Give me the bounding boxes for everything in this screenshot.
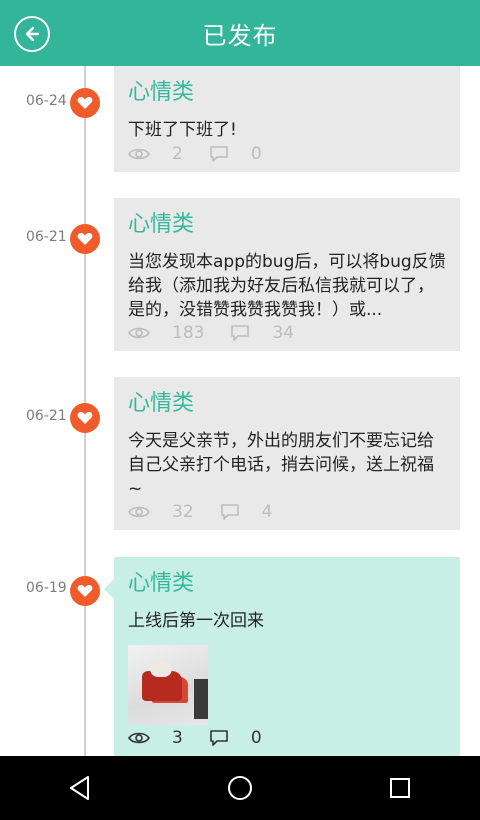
- comment-count: 34: [272, 323, 295, 343]
- triangle-back-icon: [70, 776, 89, 800]
- heart-icon: [70, 576, 100, 606]
- post-content: 上线后第一次回来: [128, 611, 264, 631]
- speech-bubble-icon: [209, 145, 229, 163]
- post-content: 今天是父亲节，外出的朋友们不要忘记给自己父亲打个电话，捎去问候，送上祝福~: [128, 431, 434, 499]
- post-stats: 183 34: [128, 321, 294, 345]
- heart-icon: [70, 224, 100, 254]
- heart-icon: [70, 403, 100, 433]
- entry-date: 06-21: [26, 229, 67, 245]
- square-recents-icon: [390, 778, 410, 798]
- header-bar: 已发布: [0, 0, 480, 66]
- back-arrow-icon: [25, 26, 40, 42]
- post-content: 下班了下班了!: [128, 120, 237, 140]
- nav-back-button[interactable]: [50, 763, 110, 813]
- entry-date: 06-21: [26, 408, 67, 424]
- entry-date: 06-24: [26, 93, 67, 109]
- view-count: 3: [172, 728, 183, 748]
- post-card[interactable]: 心情类 上线后第一次回来 3 0: [104, 557, 460, 756]
- post-category: 心情类: [128, 391, 195, 416]
- eye-icon: [128, 505, 150, 519]
- app-screen: 已发布 06-24 心情类 下班了下班了! 2 0 06-21 心情类 当您发现…: [0, 0, 480, 820]
- view-count: 2: [172, 144, 183, 164]
- page-title: 已发布: [202, 21, 278, 50]
- nav-recents-button[interactable]: [370, 763, 430, 813]
- post-card[interactable]: 心情类 下班了下班了! 2 0: [114, 66, 460, 172]
- view-count: 183: [172, 323, 205, 343]
- post-stats: 3 0: [128, 726, 262, 750]
- eye-icon: [128, 147, 150, 161]
- post-category: 心情类: [128, 571, 195, 596]
- eye-icon: [128, 326, 150, 340]
- comment-count: 0: [250, 144, 262, 164]
- speech-bubble-icon: [209, 729, 229, 747]
- circle-home-icon: [228, 776, 252, 800]
- post-content: 当您发现本app的bug后，可以将bug反馈给我（添加我为好友后私信我就可以了，…: [128, 252, 446, 320]
- speech-bubble-icon: [230, 324, 250, 342]
- comment-count: 4: [261, 502, 273, 522]
- entry-date: 06-19: [26, 580, 67, 596]
- system-nav-bar: [0, 756, 480, 820]
- post-stats: 2 0: [128, 142, 262, 166]
- post-stats: 32 4: [128, 500, 272, 524]
- post-card[interactable]: 心情类 当您发现本app的bug后，可以将bug反馈给我（添加我为好友后私信我就…: [114, 198, 460, 351]
- speech-bubble-icon: [220, 503, 240, 521]
- heart-icon: [70, 88, 100, 118]
- nav-home-button[interactable]: [210, 763, 270, 813]
- card-pointer: [104, 579, 114, 599]
- post-image-thumbnail[interactable]: [128, 645, 208, 725]
- post-category: 心情类: [128, 212, 195, 237]
- back-button[interactable]: [14, 16, 50, 52]
- post-card[interactable]: 心情类 今天是父亲节，外出的朋友们不要忘记给自己父亲打个电话，捎去问候，送上祝福…: [114, 377, 460, 530]
- view-count: 32: [172, 502, 194, 522]
- post-category: 心情类: [128, 80, 195, 105]
- comment-count: 0: [250, 728, 262, 748]
- eye-icon: [128, 731, 150, 745]
